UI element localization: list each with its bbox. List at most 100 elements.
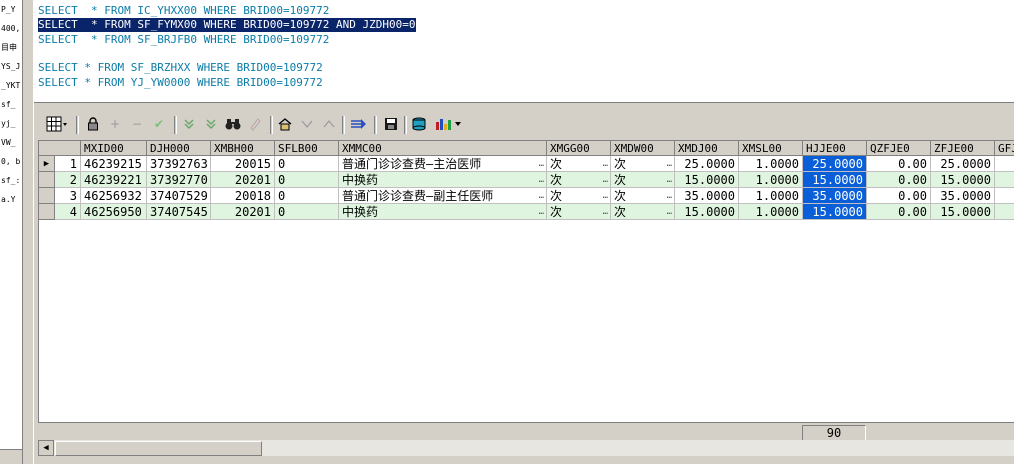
clear-filter-button[interactable] [246,115,264,133]
table-row[interactable]: 4 46256950 37407545 20201 0 中换药… 次… 次… 15.0000 1.… [39,204,1014,220]
object-tree-panel[interactable]: P_Y 400, 目申 YS_J _YKT sf_ yj_ VW_ 0, b s… [0,0,23,464]
ellipsis-button-icon[interactable]: … [603,188,608,203]
table-row[interactable]: ▶ 1 46239215 37392763 20015 0 普通门诊诊查费—主治医师… 次… 次… [39,156,1014,172]
cell-zfje[interactable]: 25.0000 [931,156,995,172]
apply-button[interactable]: ✔ [150,115,168,133]
ellipsis-button-icon[interactable]: … [603,156,608,171]
sql-line[interactable]: SELECT * FROM IC_YHXX00 WHERE BRID00=109… [38,4,329,18]
cell-xmmc[interactable]: 中换药… [339,172,547,188]
cell-sflb[interactable]: 0 [275,156,339,172]
cell-qzfje[interactable]: 0.00 [867,156,931,172]
cell-gfj[interactable]: 0 [995,172,1014,188]
cell-xmsl[interactable]: 1.0000 [739,172,803,188]
table-row[interactable]: 2 46239221 37392770 20201 0 中换药… 次… 次… 15.0000 1.… [39,172,1014,188]
cell-qzfje[interactable]: 0.00 [867,188,931,204]
column-header[interactable]: XMSL00 [739,141,803,156]
scroll-left-arrow-icon[interactable]: ◀ [38,440,54,456]
row-indicator[interactable] [39,204,55,220]
cell-djh[interactable]: 37407529 [147,188,211,204]
ellipsis-button-icon[interactable]: … [667,172,672,187]
cell-xmdw[interactable]: 次… [611,156,675,172]
tree-item[interactable]: 目申 [0,38,22,57]
ellipsis-button-icon[interactable]: … [603,172,608,187]
cell-xmbh[interactable]: 20201 [211,172,275,188]
print-preview-button[interactable] [276,115,294,133]
panel-splitter[interactable] [23,0,34,464]
cell-xmsl[interactable]: 1.0000 [739,188,803,204]
column-header[interactable]: XMDW00 [611,141,675,156]
ellipsis-button-icon[interactable]: … [667,156,672,171]
collapse-up-icon[interactable] [320,115,338,133]
add-row-button[interactable]: + [106,115,124,133]
cell-xmgg[interactable]: 次… [547,156,611,172]
chart-button[interactable] [434,115,464,133]
cell-xmmc[interactable]: 中换药… [339,204,547,220]
ellipsis-button-icon[interactable]: … [667,188,672,203]
column-header[interactable]: QZFJE0 [867,141,931,156]
cell-xmgg[interactable]: 次… [547,204,611,220]
cell-hjje[interactable]: 15.0000 [803,172,867,188]
cell-djh[interactable]: 37392770 [147,172,211,188]
cell-zfje[interactable]: 15.0000 [931,172,995,188]
ellipsis-button-icon[interactable]: … [667,204,672,219]
cell-mxid[interactable]: 46239215 [81,156,147,172]
database-button[interactable] [410,115,428,133]
column-header[interactable]: MXID00 [81,141,147,156]
cell-sflb[interactable]: 0 [275,188,339,204]
data-grid[interactable]: MXID00 DJH000 XMBH00 SFLB00 XMMC00 XMGG0… [38,140,1014,442]
sql-line[interactable]: SELECT * FROM YJ_YW0000 WHERE BRID00=109… [38,76,323,90]
ellipsis-button-icon[interactable]: … [539,156,544,171]
table-row[interactable]: 3 46256932 37407529 20018 0 普通门诊诊查费—副主任医师… 次… 次… [39,188,1014,204]
cell-xmdj[interactable]: 15.0000 [675,172,739,188]
cell-gfj[interactable]: 0 [995,156,1014,172]
column-header[interactable]: GFJ [995,141,1014,156]
cell-xmdj[interactable]: 15.0000 [675,204,739,220]
sql-line-selected[interactable]: SELECT * FROM SF_FYMX00 WHERE BRID00=109… [38,18,416,32]
grid-layout-button[interactable] [44,115,70,133]
sql-line[interactable]: SELECT * FROM SF_BRJFB0 WHERE BRID00=109… [38,33,329,47]
ellipsis-button-icon[interactable]: … [603,204,608,219]
cell-qzfje[interactable]: 0.00 [867,172,931,188]
column-header[interactable]: XMBH00 [211,141,275,156]
cell-mxid[interactable]: 46256950 [81,204,147,220]
row-indicator[interactable] [39,188,55,204]
cell-qzfje[interactable]: 0.00 [867,204,931,220]
tree-scrollbar[interactable] [0,449,22,464]
lock-button[interactable] [84,115,102,133]
column-header[interactable]: SFLB00 [275,141,339,156]
cell-xmsl[interactable]: 1.0000 [739,156,803,172]
cell-xmdj[interactable]: 25.0000 [675,156,739,172]
chevrons-down-icon[interactable] [180,115,198,133]
cell-xmbh[interactable]: 20201 [211,204,275,220]
cell-djh[interactable]: 37407545 [147,204,211,220]
tree-item[interactable]: _YKT [0,76,22,95]
ellipsis-button-icon[interactable]: … [539,204,544,219]
column-header[interactable]: HJJE00 [803,141,867,156]
cell-sflb[interactable]: 0 [275,204,339,220]
save-button[interactable] [382,115,400,133]
tree-item[interactable]: YS_J [0,57,22,76]
export-button[interactable] [350,115,368,133]
cell-hjje[interactable]: 25.0000 [803,156,867,172]
sql-line[interactable]: SELECT * FROM SF_BRZHXX WHERE BRID00=109… [38,61,323,75]
cell-xmgg[interactable]: 次… [547,172,611,188]
cell-djh[interactable]: 37392763 [147,156,211,172]
scroll-thumb[interactable] [55,441,262,456]
tree-item[interactable]: yj_ [0,114,22,133]
row-indicator[interactable] [39,172,55,188]
cell-xmmc[interactable]: 普通门诊诊查费—副主任医师… [339,188,547,204]
ellipsis-button-icon[interactable]: … [539,172,544,187]
cell-xmdw[interactable]: 次… [611,188,675,204]
cell-mxid[interactable]: 46239221 [81,172,147,188]
tree-item[interactable]: sf_ [0,95,22,114]
cell-hjje[interactable]: 35.0000 [803,188,867,204]
ellipsis-button-icon[interactable]: … [539,188,544,203]
cell-xmsl[interactable]: 1.0000 [739,204,803,220]
tree-item[interactable]: P_Y [0,0,22,19]
column-header[interactable]: XMDJ00 [675,141,739,156]
cell-mxid[interactable]: 46256932 [81,188,147,204]
cell-xmbh[interactable]: 20015 [211,156,275,172]
cell-zfje[interactable]: 15.0000 [931,204,995,220]
column-header[interactable]: DJH000 [147,141,211,156]
horizontal-scrollbar[interactable]: ◀ [38,440,1014,456]
